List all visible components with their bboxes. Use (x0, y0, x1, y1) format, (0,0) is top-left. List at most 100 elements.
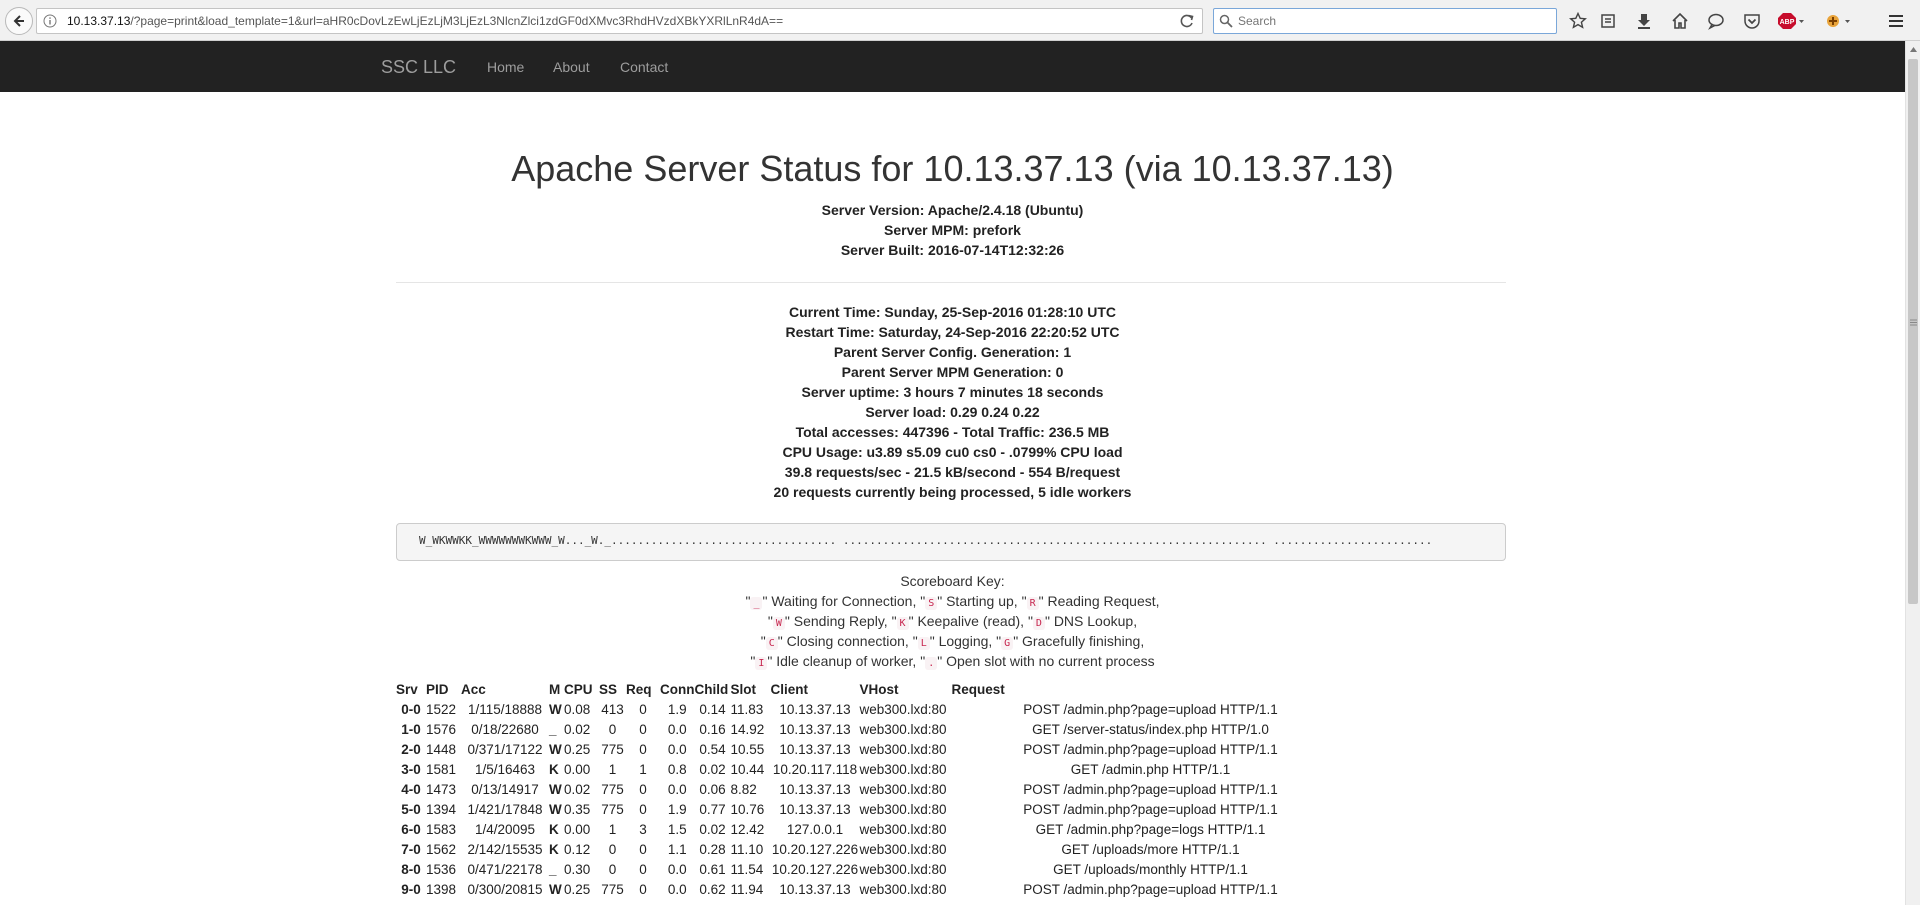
mode-cell: W (549, 802, 562, 817)
vhost-cell: web300.lxd:80 (859, 822, 947, 837)
mode-cell: K (549, 842, 559, 857)
scoreboard: W_WKWWKK_WWWWWWWKWWW_W..._W._...........… (396, 523, 1506, 561)
acc-cell: 0/13/14917 (471, 782, 539, 797)
client-cell: 10.13.37.13 (779, 802, 851, 817)
srv-cell: 5-0 (401, 802, 421, 817)
info-icon[interactable] (43, 14, 57, 28)
mode-cell: W (549, 782, 562, 797)
slot-cell: 10.55 (730, 742, 765, 757)
child-cell: 0.02 (699, 822, 726, 837)
table-header: Req (626, 682, 652, 697)
navbar-brand[interactable]: SSC LLC (381, 57, 456, 78)
nav-link-about[interactable]: About (553, 59, 590, 75)
pid-cell: 1581 (426, 762, 457, 777)
conn-cell: 0.0 (667, 882, 687, 897)
vhost-cell: web300.lxd:80 (859, 722, 947, 737)
search-bar[interactable] (1213, 8, 1557, 34)
conn-cell: 1.5 (667, 822, 687, 837)
scroll-up-icon[interactable] (1909, 45, 1918, 54)
url-path: /?page=print&load_template=1&url=aHR0cDo… (130, 14, 784, 28)
acc-cell: 1/4/20095 (474, 822, 536, 837)
home-button[interactable] (1670, 11, 1690, 31)
table-row: 2-0 1448 0/371/17122 W 0.25 775 0 0.0 0.54 10.55 1… (396, 740, 1350, 760)
table-row: 3-0 1581 1/5/16463 K 0.00 1 1 0.8 0.02 10.44 10.20… (396, 760, 1350, 780)
scroll-grip-icon (1910, 319, 1917, 326)
key-line: " W " Sending Reply, " K " Keepalive (read),… (767, 613, 1138, 630)
key-desc: Waiting for Connection, (771, 593, 917, 609)
nav-link-home[interactable]: Home (487, 59, 524, 75)
request-cell: POST /admin.php?page=upload HTTP/1.1 (1023, 802, 1278, 817)
bookmark-star-button[interactable] (1568, 11, 1588, 31)
child-cell: 0.61 (699, 862, 726, 877)
vhost-cell: web300.lxd:80 (859, 762, 947, 777)
pocket-button[interactable] (1742, 11, 1762, 31)
key-code: R (1026, 597, 1039, 610)
mode-cell: _ (549, 722, 557, 737)
slot-cell: 11.94 (730, 882, 764, 897)
scroll-thumb[interactable] (1908, 59, 1918, 604)
slot-cell: 14.92 (730, 722, 765, 737)
page-title: Apache Server Status for 10.13.37.13 (vi… (511, 148, 1394, 189)
acc-cell: 0/300/20815 (467, 882, 543, 897)
vhost-cell: web300.lxd:80 (859, 882, 947, 897)
req-cell: 0 (639, 882, 647, 897)
cpu-cell: 0.02 (564, 782, 591, 797)
client-cell: 127.0.0.1 (786, 822, 844, 837)
key-desc: Closing connection, (786, 633, 909, 649)
slot-cell: 11.83 (730, 702, 764, 717)
reload-icon[interactable] (1178, 12, 1196, 30)
table-header: Client (770, 682, 809, 697)
page-scrollbar[interactable] (1905, 41, 1920, 905)
downloads-button[interactable] (1634, 11, 1654, 31)
server-built: Server Built: 2016-07-14T12:32:26 (840, 242, 1065, 258)
mode-cell: _ (549, 862, 557, 877)
key-desc: Keepalive (read), (917, 613, 1025, 629)
pid-cell: 1398 (426, 882, 457, 897)
star-icon (1569, 12, 1587, 29)
search-input[interactable] (1238, 12, 1538, 30)
vhost-cell: web300.lxd:80 (859, 802, 947, 817)
key-code: I (755, 657, 768, 670)
key-code: S (925, 597, 938, 610)
pid-cell: 1473 (426, 782, 457, 797)
nav-link-contact[interactable]: Contact (620, 59, 668, 75)
srv-cell: 7-0 (401, 842, 421, 857)
client-cell: 10.13.37.13 (779, 722, 851, 737)
key-code: W (772, 617, 785, 630)
slot-cell: 10.44 (730, 762, 765, 777)
key-code: D (1032, 617, 1045, 630)
req-cell: 0 (639, 782, 647, 797)
client-cell: 10.13.37.13 (779, 882, 851, 897)
pid-cell: 1583 (426, 822, 457, 837)
key-desc: Idle cleanup of worker, (776, 653, 917, 669)
mode-cell: K (549, 822, 559, 837)
child-cell: 0.28 (699, 842, 726, 857)
key-desc: Sending Reply, (793, 613, 888, 629)
acc-cell: 0/18/22680 (471, 722, 539, 737)
req-cell: 0 (639, 842, 647, 857)
url-bar[interactable]: 10.13.37.13/?page=print&load_template=1&… (36, 8, 1203, 34)
key-desc: Open slot with no current process (946, 653, 1155, 669)
slot-cell: 8.82 (730, 782, 757, 797)
reading-list-button[interactable] (1598, 11, 1618, 31)
client-cell: 10.13.37.13 (779, 742, 851, 757)
key-code: C (765, 637, 778, 650)
menu-button[interactable] (1886, 11, 1906, 31)
back-arrow-icon (13, 15, 24, 27)
url-text[interactable]: 10.13.37.13/?page=print&load_template=1&… (67, 14, 783, 28)
cpu-cell: 0.25 (564, 882, 591, 897)
client-cell: 10.20.127.226 (771, 862, 859, 877)
adblock-button[interactable]: ABP (1778, 11, 1804, 31)
chat-button[interactable] (1706, 11, 1726, 31)
conn-cell: 1.9 (667, 702, 687, 717)
back-button[interactable] (5, 7, 33, 35)
request-cell: POST /admin.php?page=upload HTTP/1.1 (1023, 782, 1278, 797)
table-header-row: Srv PID Acc M CPU SS Req Conn Child Slot… (396, 680, 1350, 700)
table-header: CPU (564, 682, 593, 697)
ss-cell: 413 (601, 702, 624, 717)
current-time: Current Time: Sunday, 25-Sep-2016 01:28:… (788, 304, 1117, 320)
child-cell: 0.16 (699, 722, 726, 737)
request-cell: POST /admin.php?page=upload HTTP/1.1 (1023, 882, 1278, 897)
extension-button[interactable] (1826, 11, 1852, 31)
ss-cell: 0 (608, 862, 617, 877)
